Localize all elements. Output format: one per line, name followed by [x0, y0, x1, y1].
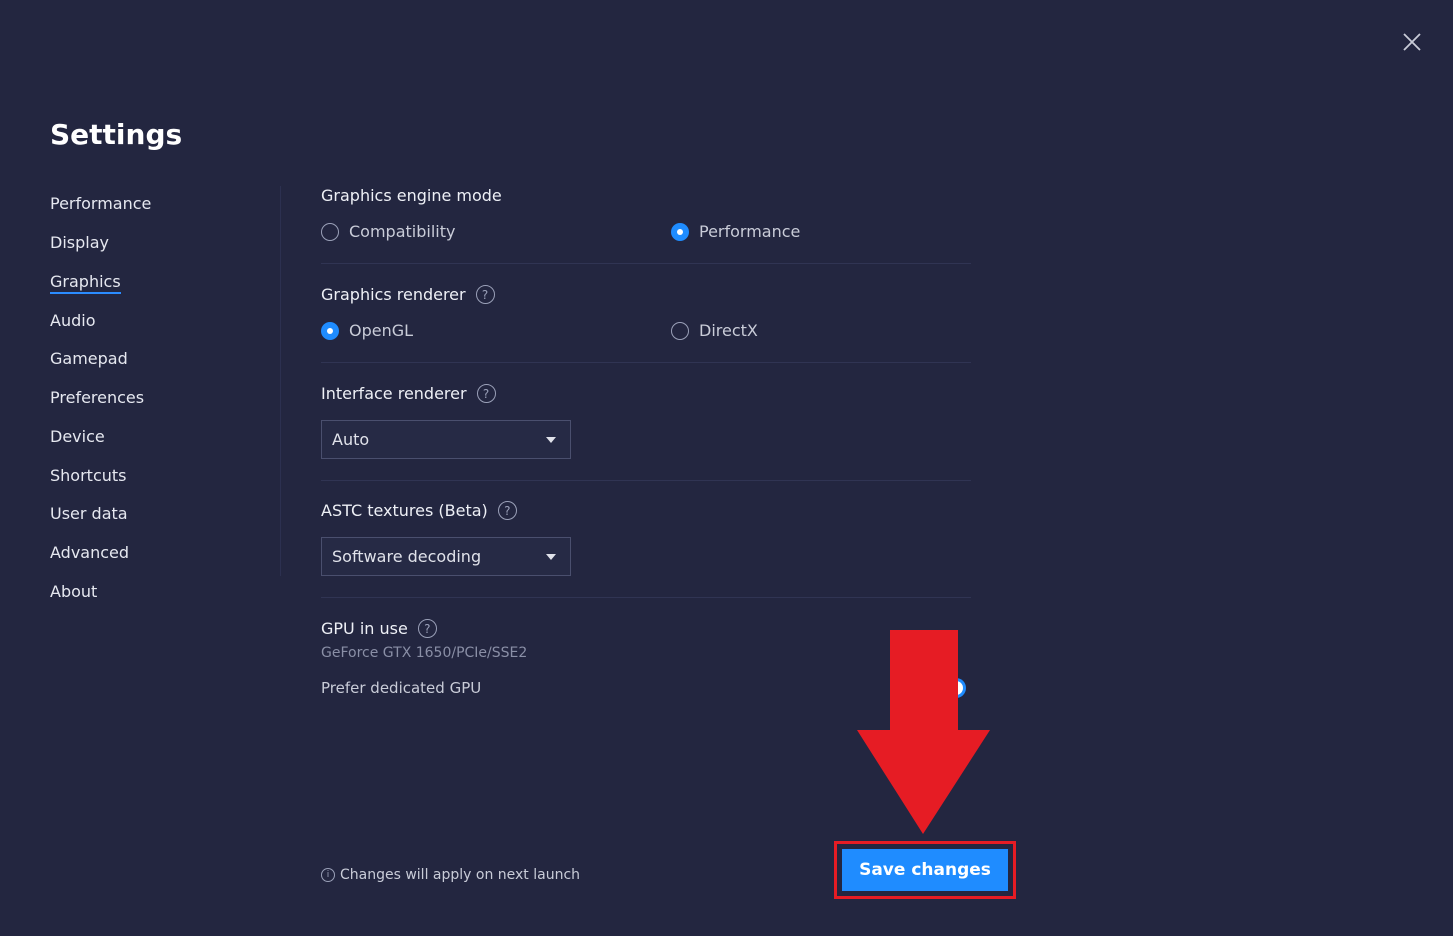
sidebar-item-advanced[interactable]: Advanced [50, 543, 129, 562]
divider [321, 362, 971, 363]
sidebar-item-about[interactable]: About [50, 582, 97, 601]
astc-label: ASTC textures (Beta) [321, 501, 488, 520]
radio-opengl[interactable]: OpenGL [321, 321, 413, 340]
sidebar-item-user-data[interactable]: User data [50, 504, 128, 523]
prefer-gpu-label: Prefer dedicated GPU [321, 679, 482, 697]
sidebar-item-graphics[interactable]: Graphics [50, 272, 121, 294]
footer-note: i Changes will apply on next launch [321, 867, 580, 883]
help-icon[interactable]: ? [475, 285, 495, 304]
astc-heading: ASTC textures (Beta)? [321, 501, 517, 520]
close-icon[interactable] [1400, 30, 1424, 54]
gpu-label: GPU in use [321, 619, 408, 638]
radio-label: OpenGL [349, 321, 414, 340]
divider [321, 480, 971, 481]
caret-down-icon [546, 436, 556, 443]
sidebar-item-device[interactable]: Device [50, 427, 105, 446]
sidebar-item-performance[interactable]: Performance [50, 194, 151, 213]
sidebar-item-display[interactable]: Display [50, 233, 109, 252]
divider [321, 597, 971, 598]
caret-down-icon [546, 553, 556, 560]
select-value: Auto [332, 430, 370, 449]
gpu-heading: GPU in use? [321, 619, 437, 638]
gpu-name: GeForce GTX 1650/PCIe/SSE2 [321, 645, 528, 661]
radio-circle[interactable] [321, 222, 339, 241]
interface-renderer-select[interactable]: Auto [321, 420, 571, 459]
help-icon[interactable]: ? [476, 384, 496, 403]
page-title: Settings [50, 118, 183, 151]
radio-label: DirectX [699, 321, 758, 340]
radio-circle-selected[interactable] [671, 222, 689, 241]
renderer-label: Graphics renderer [321, 285, 466, 304]
engine-heading: Graphics engine mode [321, 186, 502, 205]
radio-label: Compatibility [349, 222, 456, 241]
help-icon[interactable]: ? [497, 501, 517, 520]
radio-compatibility[interactable]: Compatibility [321, 222, 455, 241]
sidebar-item-preferences[interactable]: Preferences [50, 388, 144, 407]
radio-performance[interactable]: Performance [671, 222, 800, 241]
select-value: Software decoding [332, 547, 482, 566]
info-icon: i [321, 868, 335, 882]
sidebar-divider [280, 186, 281, 576]
sidebar-item-shortcuts[interactable]: Shortcuts [50, 466, 126, 485]
radio-label: Performance [699, 222, 801, 241]
interface-label: Interface renderer [321, 384, 467, 403]
interface-heading: Interface renderer? [321, 384, 496, 403]
astc-textures-select[interactable]: Software decoding [321, 537, 571, 576]
save-changes-button[interactable]: Save changes [842, 849, 1008, 891]
renderer-heading: Graphics renderer? [321, 285, 495, 304]
radio-circle[interactable] [671, 321, 689, 340]
red-arrow-down-icon [857, 630, 990, 834]
sidebar-item-audio[interactable]: Audio [50, 311, 95, 330]
radio-circle-selected[interactable] [321, 321, 339, 340]
help-icon[interactable]: ? [417, 619, 437, 638]
divider [321, 263, 971, 264]
note-text: Changes will apply on next launch [340, 867, 581, 883]
sidebar-item-gamepad[interactable]: Gamepad [50, 349, 128, 368]
radio-directx[interactable]: DirectX [671, 321, 758, 340]
engine-label: Graphics engine mode [321, 186, 502, 205]
